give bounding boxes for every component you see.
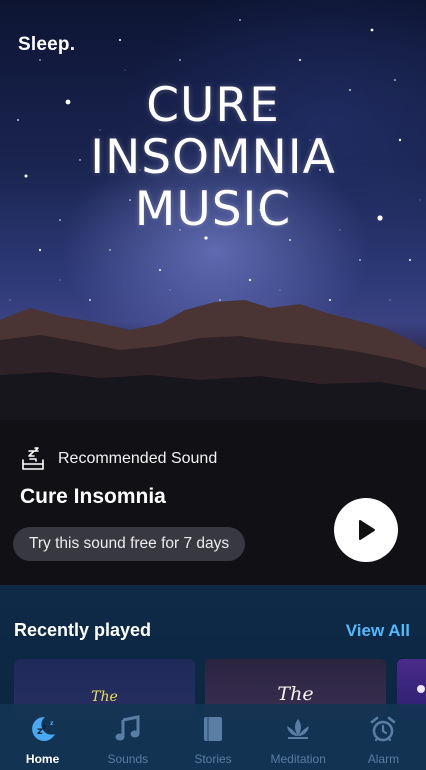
bottom-tab-bar: z z z Home Sounds Stories Meditation Ala… [0,704,426,770]
tab-label: Stories [194,752,232,766]
tab-label: Meditation [270,752,326,766]
svg-text:z: z [50,720,54,727]
recommended-sound-row: Recommended Sound [20,446,217,472]
lotus-icon [287,719,310,739]
alarm-clock-icon [371,716,396,742]
sleeping-bed-icon [22,447,44,470]
tab-stories[interactable]: Stories [170,704,255,770]
tab-home[interactable]: z z z Home [0,704,85,770]
play-icon [359,520,375,540]
play-button[interactable] [334,498,398,562]
recently-played-heading: Recently played [14,620,152,640]
sound-title: Cure Insomnia [20,485,166,508]
home-moon-icon: z z z [31,716,55,741]
tab-sounds[interactable]: Sounds [85,704,170,770]
music-note-icon [115,715,140,741]
recent-card-title: The [91,689,118,705]
view-all-link[interactable]: View All [346,621,410,641]
recent-card-title: The [277,683,314,705]
recommended-sound-label: Recommended Sound [58,450,218,467]
app-brand-logo: Sleep. [18,34,76,55]
tab-label: Sounds [107,752,149,766]
tab-meditation[interactable]: Meditation [256,704,341,770]
hero-title-line: MUSIC [134,182,292,237]
tab-label: Alarm [367,752,400,766]
hero-title-line: CURE [146,78,280,133]
book-icon [204,717,222,741]
free-trial-button[interactable]: Try this sound free for 7 days [13,527,246,561]
hero-banner[interactable]: Sleep. CURE INSOMNIA MUSIC Recommended S… [0,0,426,585]
tab-label: Home [25,752,60,766]
hero-title-line: INSOMNIA [90,130,336,185]
hero-title: CURE INSOMNIA MUSIC [0,80,426,236]
tab-alarm[interactable]: Alarm [341,704,426,770]
svg-text:z: z [42,723,46,731]
